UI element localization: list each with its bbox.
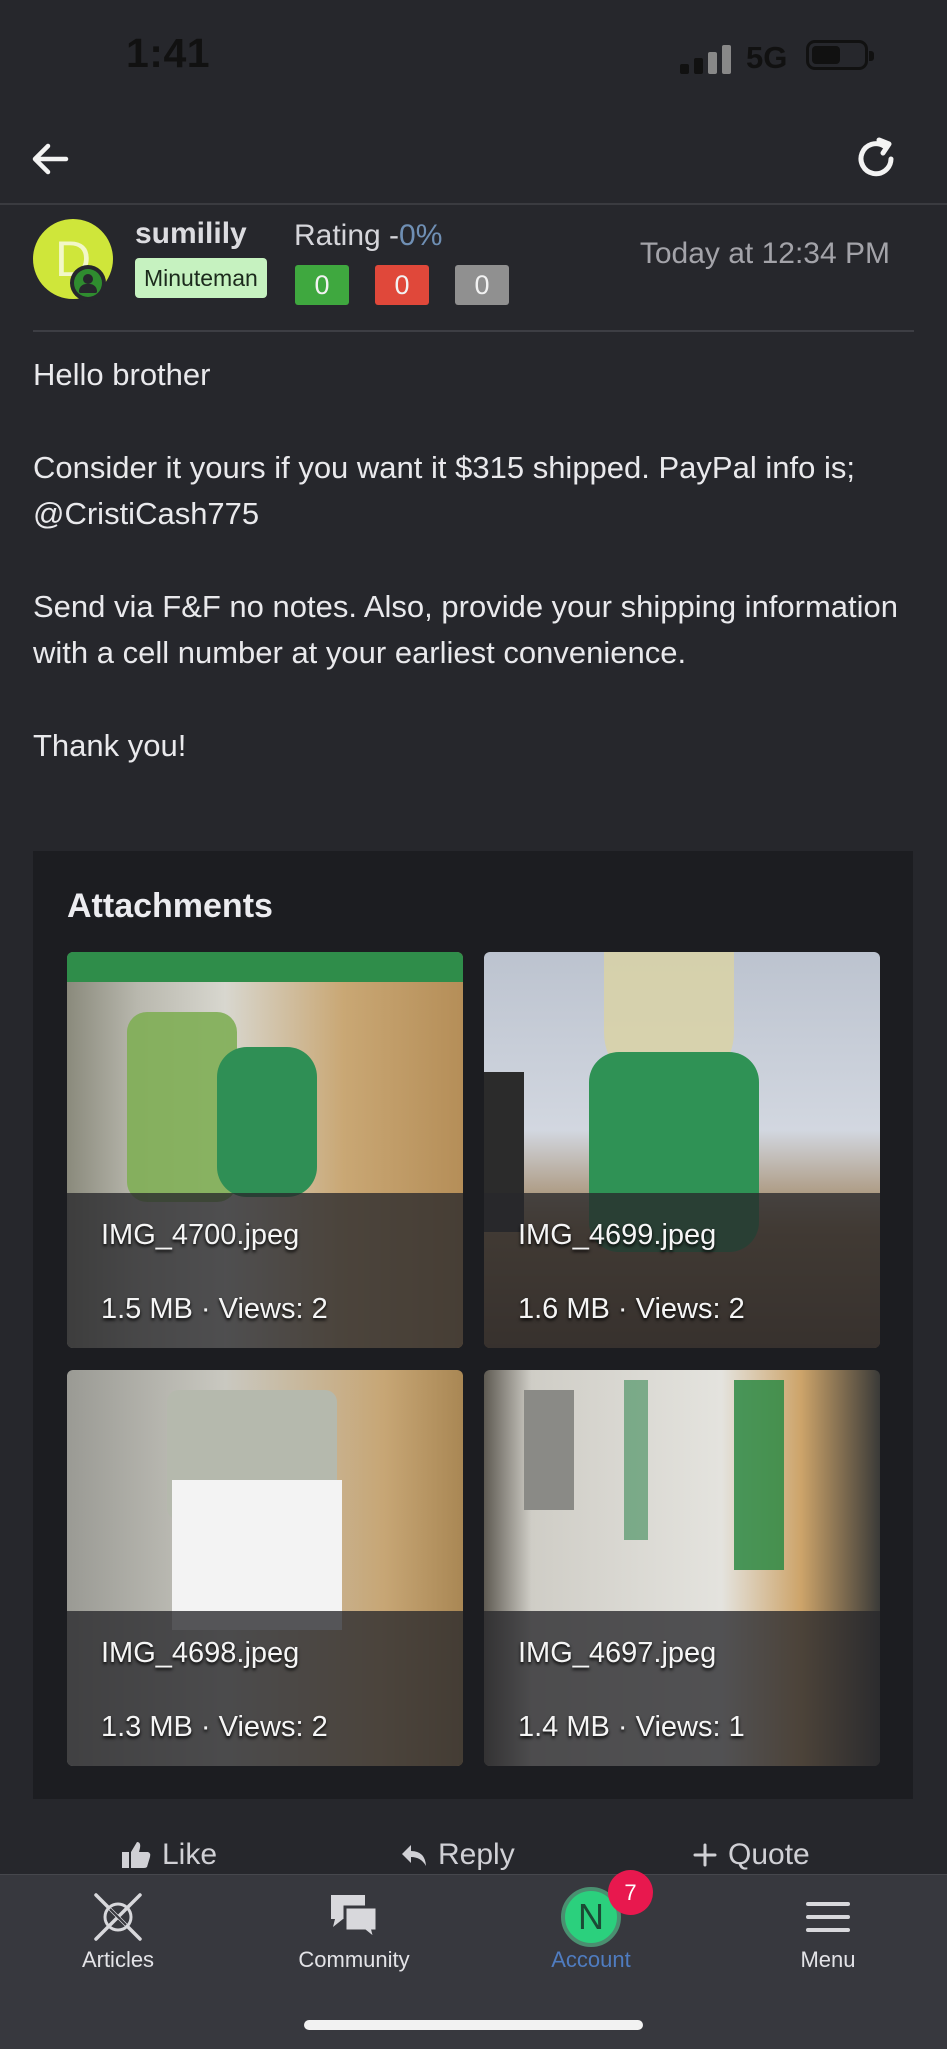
attachment-thumbnail[interactable]: IMG_4697.jpeg 1.4 MB · Views: 1 (484, 1370, 880, 1766)
post-header: D sumilily Rating -0% Minuteman 0 0 0 To… (0, 205, 947, 331)
tab-menu-label: Menu (800, 1947, 856, 1972)
rating-negative: 0 (375, 265, 429, 305)
status-bar: 1:41 5G (0, 0, 947, 115)
reply-label: Reply (438, 1838, 515, 1871)
attachments-title: Attachments (67, 887, 273, 925)
user-group-badge: Minuteman (135, 258, 267, 298)
attachments-panel: Attachments IMG_4700.jpeg 1.5 MB · Views… (33, 851, 913, 1799)
thumbs-up-icon (122, 1842, 151, 1868)
tab-account-label: Account (551, 1947, 631, 1972)
attachment-filename: IMG_4697.jpeg (518, 1637, 717, 1669)
post-actions: Like Reply Quote (0, 1838, 947, 1874)
reply-icon (402, 1845, 426, 1866)
attachment-filename: IMG_4699.jpeg (518, 1219, 717, 1251)
attachment-filename: IMG_4700.jpeg (101, 1219, 300, 1251)
network-label: 5G (746, 40, 788, 75)
username[interactable]: sumilily (135, 217, 247, 251)
community-icon (324, 1889, 384, 1945)
rating-percent: 0% (399, 219, 443, 252)
quote-button[interactable]: Quote (692, 1838, 810, 1872)
tab-community[interactable]: Community (236, 1875, 472, 1987)
post-body: Hello brother Consider it yours if you w… (33, 352, 913, 816)
attachment-meta: 1.5 MB · Views: 2 (101, 1293, 328, 1325)
attachment-filename: IMG_4698.jpeg (101, 1637, 300, 1669)
articles-icon (88, 1889, 148, 1945)
attachment-meta: 1.3 MB · Views: 2 (101, 1711, 328, 1743)
body-paragraph: Hello brother (33, 357, 211, 392)
tab-community-label: Community (298, 1947, 410, 1972)
status-time: 1:41 (126, 30, 211, 76)
rating-text: Rating - (294, 219, 400, 252)
attachment-thumbnail[interactable]: IMG_4700.jpeg 1.5 MB · Views: 2 (67, 952, 463, 1348)
rating-positive: 0 (295, 265, 349, 305)
rating-label: Rating -0% (294, 219, 442, 253)
body-paragraph: Thank you! (33, 728, 187, 763)
nav-bar (0, 115, 947, 205)
body-paragraph: Consider it yours if you want it $315 sh… (33, 450, 855, 531)
online-status-icon (70, 265, 106, 301)
refresh-button[interactable] (846, 129, 906, 189)
quote-label: Quote (728, 1838, 810, 1871)
home-indicator[interactable] (304, 2020, 643, 2030)
battery-icon (806, 40, 874, 70)
tab-articles-label: Articles (81, 1947, 155, 1972)
tab-account[interactable]: N Account (473, 1875, 709, 1987)
menu-icon (798, 1889, 858, 1945)
back-arrow-icon (32, 143, 69, 175)
post-timestamp[interactable]: Today at 12:34 PM (640, 237, 890, 271)
attachment-meta: 1.4 MB · Views: 1 (518, 1711, 745, 1743)
plus-icon (693, 1843, 717, 1867)
attachment-thumbnail[interactable]: IMG_4699.jpeg 1.6 MB · Views: 2 (484, 952, 880, 1348)
signal-icon (680, 44, 732, 74)
refresh-icon (858, 137, 894, 177)
attachment-meta: 1.6 MB · Views: 2 (518, 1293, 745, 1325)
attachment-thumbnail[interactable]: IMG_4698.jpeg 1.3 MB · Views: 2 (67, 1370, 463, 1766)
like-button[interactable]: Like (120, 1838, 217, 1872)
back-button[interactable] (20, 129, 80, 189)
reply-button[interactable]: Reply (400, 1838, 515, 1872)
notification-badge: 7 (608, 1870, 653, 1915)
header-divider (33, 330, 914, 332)
tab-articles[interactable]: Articles (0, 1875, 236, 1987)
like-label: Like (162, 1838, 218, 1871)
tab-menu[interactable]: Menu (710, 1875, 946, 1987)
rating-neutral: 0 (455, 265, 509, 305)
body-paragraph: Send via F&F no notes. Also, provide you… (33, 589, 899, 670)
